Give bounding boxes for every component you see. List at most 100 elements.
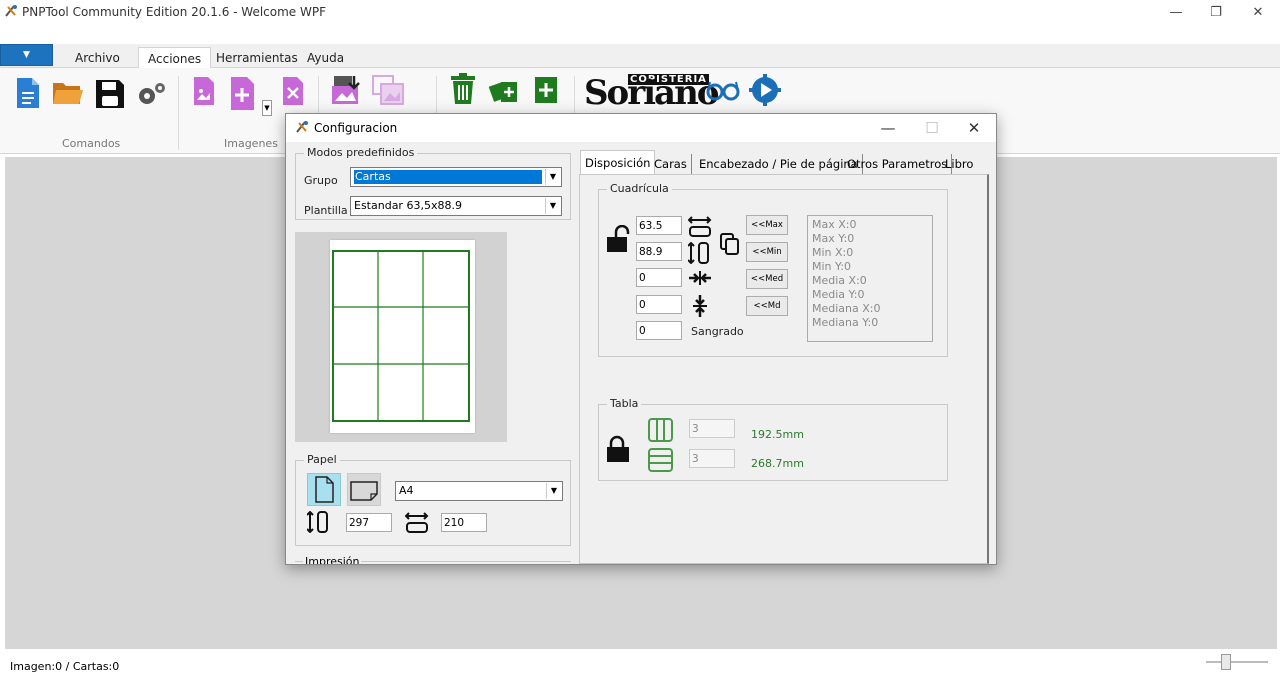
new-document-icon[interactable] <box>15 76 41 110</box>
paper-size-select[interactable]: A4 ▼ <box>395 481 563 501</box>
ribbon-separator <box>178 76 179 150</box>
card-grid-preview <box>332 250 470 422</box>
plantilla-select-value: Estandar 63,5x88.9 <box>354 199 462 212</box>
dialog-title: Configuracion <box>314 121 398 135</box>
preview-glasses-icon[interactable] <box>706 80 740 102</box>
table-width-mm: 192.5mm <box>751 428 804 441</box>
group-label-imagenes: Imagenes <box>224 137 278 150</box>
chevron-down-icon[interactable]: ▼ <box>545 169 560 185</box>
stat-media-y: Media Y:0 <box>812 288 865 301</box>
horizontal-spacing-input[interactable]: 0 <box>636 268 682 287</box>
tab-acciones[interactable]: Acciones <box>138 47 212 69</box>
group-label-comandos: Comandos <box>62 137 121 150</box>
add-image-icon[interactable] <box>193 76 215 106</box>
modos-group-label: Modos predefinidos <box>304 146 418 159</box>
settings-gear-icon[interactable] <box>136 80 168 108</box>
media-button[interactable]: <<Med <box>746 269 788 289</box>
tab-archivo[interactable]: Archivo <box>66 47 129 69</box>
tab-libro[interactable]: Libro <box>941 154 977 175</box>
status-bar: Imagen:0 / Cartas:0 <box>0 650 1280 680</box>
grupo-label: Grupo <box>304 174 338 187</box>
paper-height-input[interactable]: 297 <box>346 513 392 532</box>
process-gear-play-icon[interactable] <box>749 74 781 106</box>
images-gallery-icon[interactable] <box>371 74 405 106</box>
dialog-app-icon <box>296 121 308 133</box>
grupo-select-value: Cartas <box>354 170 542 184</box>
rows-input[interactable]: 3 <box>689 449 735 468</box>
add-cards-icon[interactable] <box>489 78 521 104</box>
plantilla-label: Plantilla <box>304 204 348 217</box>
add-card-icon[interactable] <box>230 76 258 112</box>
card-width-arrows-icon <box>688 216 712 237</box>
tabla-group-label: Tabla <box>607 397 642 410</box>
add-sheet-icon[interactable] <box>534 76 558 104</box>
tab-herramientas[interactable]: Herramientas <box>207 47 307 69</box>
page-preview <box>330 240 475 433</box>
restore-button[interactable]: ❐ <box>1196 0 1236 24</box>
vertical-spacing-icon <box>693 295 707 317</box>
horizontal-spacing-icon <box>689 271 711 285</box>
impresion-group-label: Impresión <box>303 556 362 564</box>
minimize-button[interactable]: — <box>1156 0 1196 24</box>
unlock-icon[interactable] <box>606 225 630 253</box>
copy-icon[interactable] <box>719 232 741 256</box>
card-height-input[interactable]: 88.9 <box>636 242 682 261</box>
dialog-maximize-button[interactable]: ☐ <box>910 116 954 140</box>
zoom-slider-track[interactable] <box>1206 661 1268 663</box>
cuadricula-group-label: Cuadrícula <box>607 182 672 195</box>
status-text: Imagen:0 / Cartas:0 <box>10 660 120 673</box>
chevron-down-icon[interactable]: ▼ <box>545 198 560 214</box>
dialog-titlebar: Configuracion — ☐ ✕ <box>286 114 996 142</box>
portrait-page-icon <box>315 476 334 503</box>
stat-media-x: Media X:0 <box>812 274 867 287</box>
app-titlebar: PNPTool Community Edition 20.1.6 - Welco… <box>0 0 1280 26</box>
rows-icon <box>648 448 673 472</box>
card-height-arrows-icon <box>688 242 709 264</box>
stat-mediana-y: Mediana Y:0 <box>812 316 879 329</box>
stat-min-x: Min X:0 <box>812 246 854 259</box>
tab-ayuda[interactable]: Ayuda <box>298 47 353 69</box>
bleed-input[interactable]: 0 <box>636 321 682 340</box>
papel-group-label: Papel <box>304 453 340 466</box>
stat-max-y: Max Y:0 <box>812 232 855 245</box>
import-images-icon[interactable] <box>330 74 364 106</box>
grupo-select[interactable]: Cartas ▼ <box>350 167 562 187</box>
card-width-input[interactable]: 63.5 <box>636 216 682 235</box>
landscape-page-icon <box>350 481 378 501</box>
portrait-orientation-button[interactable] <box>307 473 341 506</box>
add-card-dropdown[interactable]: ▼ <box>262 100 272 116</box>
lock-icon[interactable] <box>606 435 630 463</box>
stat-mediana-x: Mediana X:0 <box>812 302 881 315</box>
tab-otros-parametros[interactable]: Otros Parametros <box>843 154 953 175</box>
tab-caras[interactable]: Caras <box>650 154 692 175</box>
save-icon[interactable] <box>94 78 126 110</box>
app-title: PNPTool Community Edition 20.1.6 - Welco… <box>22 5 327 19</box>
stat-min-y: Min Y:0 <box>812 260 851 273</box>
bleed-label: Sangrado <box>691 325 744 338</box>
stat-max-x: Max X:0 <box>812 218 857 231</box>
trash-icon[interactable] <box>449 73 477 105</box>
columns-input[interactable]: 3 <box>689 419 735 438</box>
open-folder-icon[interactable] <box>52 80 84 106</box>
copisteria-soriano-logo: COPISTERIA Soriano <box>584 73 719 113</box>
paper-size-value: A4 <box>399 484 414 497</box>
dialog-close-button[interactable]: ✕ <box>952 116 996 140</box>
tab-disposicion[interactable]: Disposición <box>580 150 656 176</box>
app-icon <box>5 5 17 17</box>
mediana-button[interactable]: <<Md <box>746 296 788 316</box>
tab-encabezado[interactable]: Encabezado / Pie de página <box>695 154 863 175</box>
min-button[interactable]: <<Min <box>746 242 788 262</box>
dialog-minimize-button[interactable]: — <box>866 116 910 140</box>
max-button[interactable]: <<Max <box>746 215 788 235</box>
remove-card-icon[interactable] <box>282 76 304 106</box>
chevron-down-icon[interactable]: ▼ <box>546 483 561 499</box>
close-button[interactable]: ✕ <box>1238 0 1278 24</box>
columns-icon <box>648 418 673 442</box>
vertical-spacing-input[interactable]: 0 <box>636 295 682 314</box>
zoom-slider-thumb[interactable] <box>1221 654 1231 670</box>
statistics-box: Max X:0 Max Y:0 Min X:0 Min Y:0 Media X:… <box>807 215 933 342</box>
paper-width-input[interactable]: 210 <box>441 513 487 532</box>
plantilla-select[interactable]: Estandar 63,5x88.9 ▼ <box>350 196 562 216</box>
file-menu-button[interactable]: ▼ <box>0 44 53 66</box>
landscape-orientation-button[interactable] <box>347 473 381 506</box>
